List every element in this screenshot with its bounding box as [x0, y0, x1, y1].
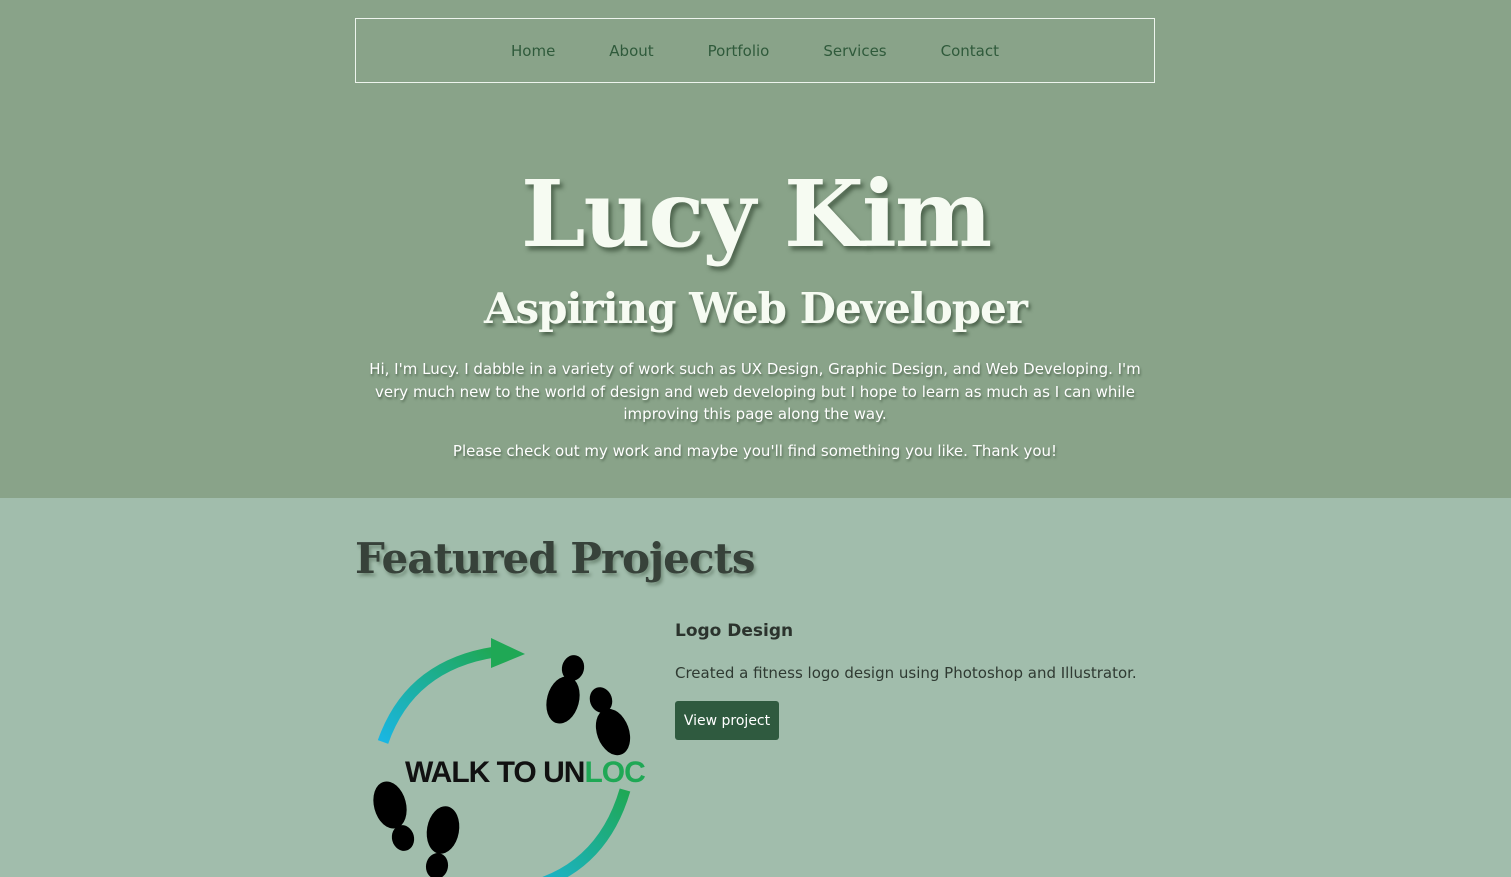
footprints-top-icon	[546, 655, 631, 756]
arrow-bottom-icon	[541, 788, 631, 877]
nav-contact-link[interactable]: Contact	[941, 42, 999, 60]
project-logo-image[interactable]: WALK TO UNLOCK	[355, 630, 668, 877]
nav-services-link[interactable]: Services	[823, 42, 886, 60]
main-nav: Home About Portfolio Services Contact	[355, 18, 1155, 83]
project-description: Created a fitness logo design using Phot…	[675, 664, 1137, 682]
featured-projects-section: Featured Projects WALK TO UNLOC Logo Des…	[0, 498, 1511, 877]
hero-intro-text: Hi, I'm Lucy. I dabble in a variety of w…	[369, 360, 1141, 423]
nav-home-link[interactable]: Home	[511, 42, 555, 60]
hero-subtitle: Aspiring Web Developer	[483, 284, 1028, 333]
walk-to-unlock-logo: WALK TO UNLOCK	[373, 638, 668, 877]
featured-projects-heading: Featured Projects	[355, 534, 755, 583]
logo-text: WALK TO UNLOCK	[405, 756, 645, 789]
nav-portfolio-link[interactable]: Portfolio	[708, 42, 770, 60]
footprints-bottom-icon	[373, 781, 460, 877]
hero-section: Home About Portfolio Services Contact Lu…	[0, 0, 1511, 498]
project-title: Logo Design	[675, 621, 794, 641]
hero-thanks-text: Please check out my work and maybe you'l…	[452, 442, 1058, 460]
nav-about-link[interactable]: About	[609, 42, 653, 60]
arrow-top-icon	[377, 646, 496, 744]
view-project-button[interactable]: View project	[675, 701, 779, 740]
hero-title: Lucy Kim	[520, 160, 992, 268]
